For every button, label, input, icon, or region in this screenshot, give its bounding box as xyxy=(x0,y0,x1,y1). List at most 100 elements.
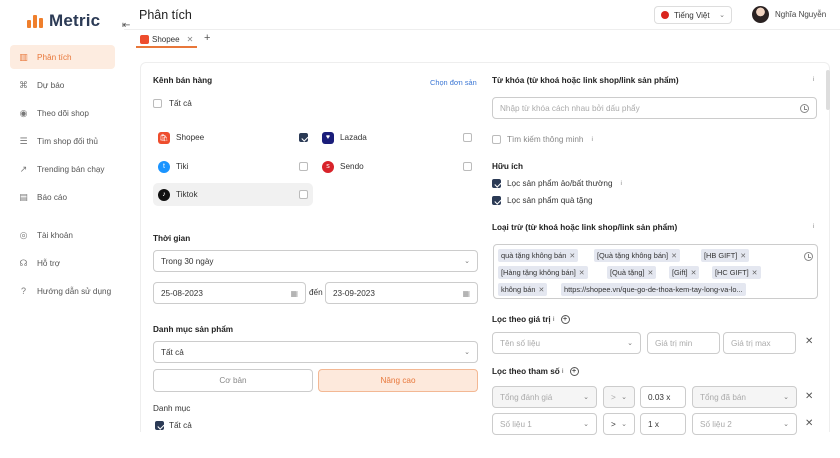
user-menu[interactable]: Nghĩa Nguyễn xyxy=(752,6,826,23)
close-icon[interactable]: ✕ xyxy=(579,269,585,277)
checkbox[interactable] xyxy=(463,162,472,171)
info-icon: i xyxy=(620,180,622,187)
param-right-select[interactable]: Tổng đã bán ⌄ xyxy=(692,386,797,408)
checkbox[interactable] xyxy=(463,133,472,142)
checkbox[interactable] xyxy=(299,133,308,142)
sidebar-item-track-shop[interactable]: ◉ Theo dõi shop xyxy=(10,101,115,125)
operator-select[interactable]: > ⌄ xyxy=(603,413,635,435)
info-icon: i xyxy=(813,223,815,230)
category-all-checkbox[interactable]: Tất cả xyxy=(155,421,192,430)
channel-label: Tiki xyxy=(176,162,189,171)
keyword-input[interactable]: Nhập từ khóa cách nhau bởi dấu phẩy xyxy=(492,97,817,119)
keyword-placeholder: Nhập từ khóa cách nhau bởi dấu phẩy xyxy=(500,103,640,113)
max-value-input[interactable]: Giá trị max xyxy=(723,332,796,354)
channel-title: Kênh bán hàng xyxy=(153,76,213,85)
filter-gift-checkbox[interactable]: Lọc sản phẩm quà tặng xyxy=(492,196,593,205)
checkbox[interactable] xyxy=(153,99,162,108)
channel-lazada[interactable]: ♥ Lazada xyxy=(317,126,477,149)
metric-name-select[interactable]: Tên số liệu ⌄ xyxy=(492,332,641,354)
close-icon[interactable]: ✕ xyxy=(752,269,758,277)
tab-shopee[interactable]: Shopee ✕ xyxy=(136,32,198,48)
sidebar-item-analysis[interactable]: ▥ Phân tích xyxy=(10,45,115,69)
remove-param-filter-icon[interactable]: ✕ xyxy=(805,418,813,429)
shopee-icon: 🛍 xyxy=(158,131,170,144)
close-icon[interactable]: ✕ xyxy=(187,35,194,44)
sidebar-item-account[interactable]: ◎ Tài khoản xyxy=(10,223,115,247)
exclude-tag[interactable]: quà tặng không bán ✕ xyxy=(498,249,579,262)
report-icon: ▤ xyxy=(19,191,28,202)
channel-label: Tiktok xyxy=(176,190,198,199)
multiplier-value: 0.03 x xyxy=(648,392,671,402)
checkbox[interactable] xyxy=(299,162,308,171)
close-icon[interactable]: ✕ xyxy=(691,269,697,277)
close-icon[interactable]: ✕ xyxy=(740,252,746,260)
time-range-select[interactable]: Trong 30 ngày ⌄ xyxy=(153,250,478,272)
scrollbar[interactable] xyxy=(826,70,830,110)
chart-icon: ▥ xyxy=(19,51,28,62)
close-icon[interactable]: ✕ xyxy=(539,286,545,294)
choose-shop-link[interactable]: Chọn đơn sản xyxy=(430,78,477,87)
add-tab-icon[interactable]: + xyxy=(204,32,210,44)
logo[interactable]: Metric xyxy=(27,11,100,31)
close-icon[interactable]: ✕ xyxy=(648,269,654,277)
date-to-label: đến xyxy=(309,288,323,297)
lazada-icon: ♥ xyxy=(322,131,334,144)
exclude-tags-input[interactable]: quà tặng không bán ✕ [Quà tặng không bán]… xyxy=(493,244,818,299)
remove-param-filter-icon[interactable]: ✕ xyxy=(805,391,813,402)
param-left-select[interactable]: Số liệu 1 ⌄ xyxy=(492,413,597,435)
chevron-down-icon: ⌄ xyxy=(583,394,589,401)
history-icon[interactable] xyxy=(800,103,809,113)
multiplier-input[interactable]: 0.03 x xyxy=(640,386,686,408)
exclude-tag[interactable]: không bán ✕ xyxy=(498,283,548,296)
exclude-tag[interactable]: [HB GIFT] ✕ xyxy=(701,249,750,262)
min-value-input[interactable]: Giá trị min xyxy=(647,332,720,354)
channel-shopee[interactable]: 🛍 Shopee xyxy=(153,126,313,149)
category-select[interactable]: Tất cả ⌄ xyxy=(153,341,478,363)
checkbox[interactable] xyxy=(492,135,501,144)
remove-value-filter-icon[interactable]: ✕ xyxy=(805,336,813,347)
operator-select[interactable]: > ⌄ xyxy=(603,386,635,408)
channel-tiktok[interactable]: ♪ Tiktok xyxy=(153,183,313,206)
close-icon[interactable]: ✕ xyxy=(671,252,677,260)
sidebar-item-trending[interactable]: ↗ Trending bán chạy xyxy=(10,157,115,181)
checkbox[interactable] xyxy=(492,179,501,188)
smart-search-checkbox[interactable]: Tìm kiếm thông minh i xyxy=(492,135,593,144)
sidebar-item-report[interactable]: ▤ Báo cáo xyxy=(10,185,115,209)
multiplier-input[interactable]: 1 x xyxy=(640,413,686,435)
exclude-tag[interactable]: [Gift] ✕ xyxy=(669,266,700,279)
language-select[interactable]: Tiếng Việt ⌄ xyxy=(654,6,732,24)
exclude-tag[interactable]: [HC GIFT] ✕ xyxy=(712,266,761,279)
exclude-tag[interactable]: https://shopee.vn/que-go-de-thoa-kem-tay… xyxy=(561,283,746,296)
channel-all-checkbox[interactable]: Tất cả xyxy=(153,99,192,108)
exclude-tag[interactable]: [Quà tặng] ✕ xyxy=(607,266,657,279)
history-icon[interactable] xyxy=(804,252,813,261)
sidebar-item-find-competitor[interactable]: ☰ Tìm shop đối thủ xyxy=(10,129,115,153)
avatar xyxy=(752,6,769,23)
checkbox-label: Tất cả xyxy=(169,99,192,108)
date-to-value: 23-09-2023 xyxy=(333,288,375,298)
checkbox-label: Tất cả xyxy=(169,421,192,430)
sidebar-item-label: Tài khoản xyxy=(37,230,73,240)
close-icon[interactable]: ✕ xyxy=(569,252,575,260)
exclude-tag[interactable]: [Quà tặng không bán] ✕ xyxy=(594,249,680,262)
advanced-mode-button[interactable]: Nâng cao xyxy=(318,369,478,392)
exclude-tag[interactable]: [Hàng tặng không bán] ✕ xyxy=(498,266,588,279)
sidebar-item-guide[interactable]: ? Hướng dẫn sử dụng xyxy=(10,279,115,303)
basic-mode-button[interactable]: Cơ bản xyxy=(153,369,313,392)
add-value-filter-icon[interactable]: + xyxy=(560,315,570,324)
channel-sendo[interactable]: s Sendo xyxy=(317,155,477,178)
add-param-filter-icon[interactable]: + xyxy=(569,367,579,376)
checkbox[interactable] xyxy=(492,196,501,205)
channel-tiki[interactable]: t Tiki xyxy=(153,155,313,178)
date-to-input[interactable]: 23-09-2023 ▦ xyxy=(325,282,478,304)
checkbox[interactable] xyxy=(155,421,164,430)
sidebar-item-support[interactable]: ☊ Hỗ trợ xyxy=(10,251,115,275)
filter-fake-checkbox[interactable]: Lọc sản phẩm ảo/bất thường i xyxy=(492,179,622,188)
param-left-select[interactable]: Tổng đánh giá ⌄ xyxy=(492,386,597,408)
checkbox[interactable] xyxy=(299,190,308,199)
sidebar-item-forecast[interactable]: ⌘ Dự báo xyxy=(10,73,115,97)
operator-value: > xyxy=(611,392,616,402)
channel-label: Shopee xyxy=(176,133,205,142)
param-right-select[interactable]: Số liệu 2 ⌄ xyxy=(692,413,797,435)
date-from-input[interactable]: 25-08-2023 ▦ xyxy=(153,282,306,304)
